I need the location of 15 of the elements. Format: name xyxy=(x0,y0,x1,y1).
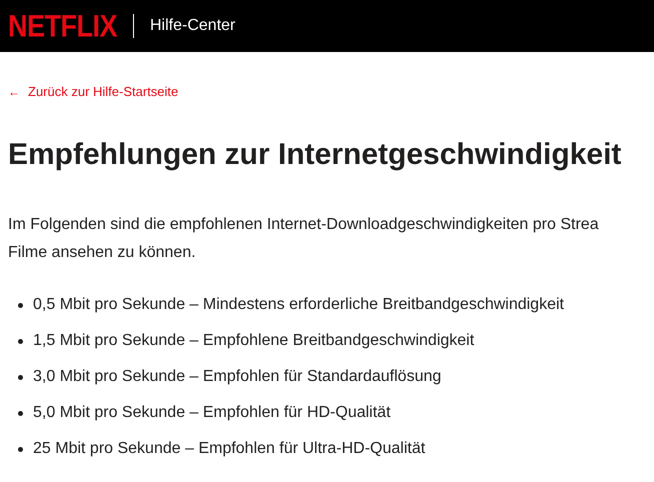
netflix-logo[interactable]: NETFLIX xyxy=(8,10,117,42)
bullet-icon xyxy=(18,446,23,452)
bullet-icon xyxy=(18,338,23,344)
list-item: 0,5 Mbit pro Sekunde – Mindestens erforderliche Breitbandgeschwindigkeit xyxy=(33,295,564,315)
intro-paragraph: Im Folgenden sind die empfohlenen Internet-Downloadgeschwindigkeiten pro Strea Filme ansehen zu können. xyxy=(8,215,599,263)
list-item: 1,5 Mbit pro Sekunde – Empfohlene Breitbandgeschwindigkeit xyxy=(33,331,474,351)
back-link[interactable]: ← Zurück zur Hilfe-Startseite xyxy=(8,82,178,102)
page-heading: Empfehlungen zur Internetgeschwindigkeit xyxy=(8,136,622,172)
bullet-icon xyxy=(18,410,23,416)
bullet-icon xyxy=(18,374,23,380)
list-item: 5,0 Mbit pro Sekunde – Empfohlen für HD-Qualität xyxy=(33,403,391,423)
bullet-icon xyxy=(18,302,23,308)
list-item: 25 Mbit pro Sekunde – Empfohlen für Ultra-HD-Qualität xyxy=(33,439,426,459)
list-item: 3,0 Mbit pro Sekunde – Empfohlen für Standardauflösung xyxy=(33,367,442,387)
site-title[interactable]: Hilfe-Center xyxy=(150,14,236,38)
